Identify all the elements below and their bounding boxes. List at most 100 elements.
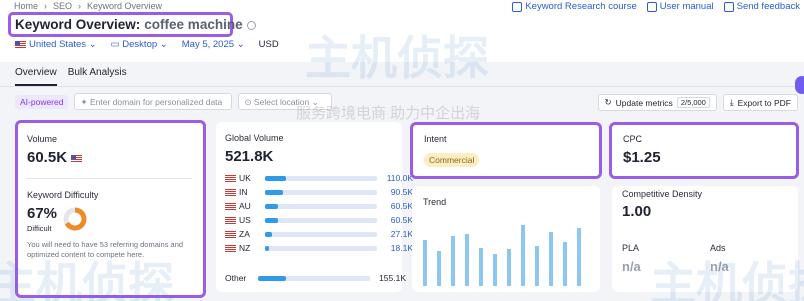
country-bar-fill <box>265 231 272 237</box>
card-divider <box>27 178 192 179</box>
breadcrumb: Home › SEO › Keyword Overview <box>14 1 162 11</box>
country-code: US <box>239 215 251 225</box>
country-code: NZ <box>239 243 251 253</box>
country-bar-fill <box>265 189 283 195</box>
us-flag-icon <box>71 154 83 162</box>
country-flag-icon <box>225 174 236 182</box>
side-panel-toggle[interactable] <box>795 76 804 94</box>
country-row[interactable]: UK 110.0K <box>225 171 413 185</box>
us-flag-icon <box>15 40 26 48</box>
date-select[interactable]: May 5, 2025 ⌄ <box>182 39 245 50</box>
graduation-cap-icon <box>512 1 523 12</box>
kd-label: Keyword Difficulty <box>27 190 99 200</box>
export-icon: ⤓ <box>729 97 734 107</box>
title-keyword: coffee machine <box>144 17 243 32</box>
country-value[interactable]: 18.1K <box>383 243 413 253</box>
cpc-label: CPC <box>623 134 643 144</box>
location-pin-icon: ⊙ <box>244 97 254 107</box>
trend-bar <box>479 248 483 286</box>
country-list: UK 110.0K IN 90.5K AU 60.5K US 60.5K ZA 27.1K NZ 18… <box>225 171 413 255</box>
export-pdf-button[interactable]: ⤓ Export to PDF <box>722 94 798 111</box>
country-bar <box>265 217 377 223</box>
device-select[interactable]: ▭ Desktop ⌄ <box>111 39 168 50</box>
kd-level: Difficult <box>27 224 52 233</box>
send-icon <box>723 1 734 12</box>
country-row-other[interactable]: Other 155.1K <box>225 271 406 285</box>
domain-input[interactable]: ✦ Enter domain for personalized data <box>74 93 233 110</box>
tab-overview[interactable]: Overview <box>15 67 57 86</box>
country-code: UK <box>239 173 251 183</box>
watermark-text-bottom-right: 主机侦探 <box>650 258 804 301</box>
country-bar-fill <box>265 175 287 181</box>
watermark-text: 主机侦探 <box>305 32 489 84</box>
update-metrics-button[interactable]: ↻ Update metrics 2/5,000 <box>597 94 717 111</box>
country-value[interactable]: 60.5K <box>383 201 413 211</box>
update-label: Update metrics <box>615 97 673 108</box>
book-icon <box>646 1 657 12</box>
export-label: Export to PDF <box>737 97 791 108</box>
country-row[interactable]: NZ 18.1K <box>225 241 413 255</box>
pla-label: PLA <box>622 243 640 253</box>
volume-label: Volume <box>27 134 58 144</box>
country-code: ZA <box>239 229 250 239</box>
trend-label: Trend <box>423 197 447 207</box>
info-icon[interactable] <box>246 20 256 30</box>
global-volume-card: Global Volume 521.8K UK 110.0K IN 90.5K AU 60… <box>216 122 413 292</box>
kd-value: 67% <box>27 205 58 222</box>
country-code: IN <box>239 187 248 197</box>
country-code: AU <box>239 201 251 211</box>
breadcrumb-separator: › <box>78 1 82 11</box>
breadcrumb-separator: › <box>44 1 48 11</box>
country-flag-icon <box>225 244 236 252</box>
cpc-value: $1.25 <box>623 149 661 166</box>
country-value[interactable]: 27.1K <box>383 229 413 239</box>
breadcrumb-home[interactable]: Home <box>14 1 38 11</box>
course-link[interactable]: Keyword Research course <box>512 1 637 12</box>
country-flag-icon <box>225 188 236 196</box>
breadcrumb-seo[interactable]: SEO <box>53 1 72 11</box>
title-label: Keyword Overview: <box>15 17 141 32</box>
pla-value: n/a <box>622 259 641 274</box>
refresh-icon: ↻ <box>604 97 612 107</box>
country-value[interactable]: 60.5K <box>383 215 413 225</box>
other-bar <box>258 275 370 281</box>
trend-bar <box>451 236 455 286</box>
volume-value: 60.5K <box>27 149 85 166</box>
country-value[interactable]: 110.0K <box>383 173 413 183</box>
country-bar <box>265 231 377 237</box>
country-bar <box>265 245 377 251</box>
volume-number: 60.5K <box>27 149 68 166</box>
update-count: 2/5,000 <box>676 97 710 108</box>
sparkle-icon: ✦ <box>80 97 90 107</box>
tab-bar: Overview Bulk Analysis <box>15 67 127 86</box>
intent-card: Intent Commercial <box>410 122 602 179</box>
trend-bar <box>577 228 581 286</box>
trend-bar <box>521 225 525 286</box>
country-row[interactable]: ZA 27.1K <box>225 227 413 241</box>
breadcrumb-current: Keyword Overview <box>87 1 163 11</box>
watermark-subtext: 服务跨境电商 助力中企出海 <box>296 105 481 122</box>
chevron-down-icon: ⌄ <box>159 39 168 50</box>
ai-powered-badge: AI-powered <box>15 94 69 109</box>
trend-bar <box>507 249 511 286</box>
action-buttons: ↻ Update metrics 2/5,000 ⤓ Export to PDF <box>597 94 798 111</box>
country-row[interactable]: IN 90.5K <box>225 185 413 199</box>
tab-bulk-analysis[interactable]: Bulk Analysis <box>68 67 127 86</box>
country-flag-icon <box>225 216 236 224</box>
page-title: Keyword Overview: coffee machine <box>15 17 256 32</box>
country-bar <box>265 175 377 181</box>
user-manual-link[interactable]: User manual <box>646 1 714 12</box>
trend-chart <box>423 222 593 286</box>
density-value: 1.00 <box>622 203 652 220</box>
country-row[interactable]: AU 60.5K <box>225 199 413 213</box>
country-value[interactable]: 90.5K <box>383 187 413 197</box>
send-feedback-link[interactable]: Send feedback <box>723 1 800 12</box>
global-volume-label: Global Volume <box>225 133 284 143</box>
country-bar-fill <box>265 203 279 209</box>
country-select[interactable]: United States ⌄ <box>15 39 97 50</box>
country-bar-fill <box>265 217 279 223</box>
country-row[interactable]: US 60.5K <box>225 213 413 227</box>
chevron-down-icon: ⌄ <box>88 39 97 50</box>
country-flag-icon <box>225 202 236 210</box>
global-volume-value: 521.8K <box>225 148 274 165</box>
